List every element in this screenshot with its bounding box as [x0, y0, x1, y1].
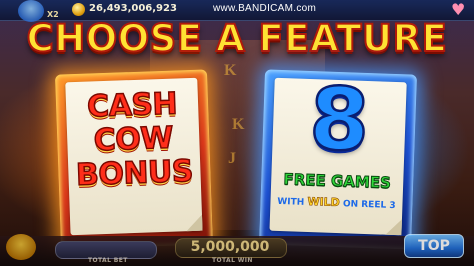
- total-win-value: 5,000,000: [190, 239, 270, 255]
- coin-icon: [72, 3, 85, 16]
- detail-prefix: WITH: [277, 196, 305, 208]
- total-win-label: TOTAL WIN: [212, 257, 253, 264]
- reel-symbol-k: K: [232, 116, 245, 133]
- page-title: CHOOSE A FEATURE: [26, 16, 448, 61]
- free-games-label: FREE GAMES: [283, 170, 392, 193]
- reel-symbol-j: J: [228, 150, 236, 167]
- reel-symbol-k: K: [224, 62, 237, 79]
- wild-word: WILD: [307, 194, 341, 210]
- total-bet-label: TOTAL BET: [88, 257, 128, 264]
- card-face: CASH COW BONUS: [65, 77, 203, 236]
- card-face: 8 FREE GAMES WITH WILD ON REEL 3: [269, 68, 407, 236]
- feature-title-line: BONUS: [75, 153, 195, 194]
- feature-title-line: CASH: [86, 86, 179, 126]
- recording-watermark: www.BANDICAM.com: [213, 3, 317, 14]
- detail-suffix: ON REEL 3: [342, 199, 396, 212]
- free-games-count: 8: [306, 68, 372, 173]
- feature-title-line: COW: [92, 120, 174, 159]
- free-games-card[interactable]: 8 FREE GAMES WITH WILD ON REEL 3: [258, 68, 418, 250]
- wild-reel-detail: WITH WILD ON REEL 3: [270, 194, 402, 212]
- top-button[interactable]: TOP: [404, 234, 464, 258]
- money-bag-icon[interactable]: [6, 234, 36, 260]
- page-curl: [185, 214, 203, 232]
- heart-icon[interactable]: ♥: [451, 2, 469, 18]
- coin-balance: 26,493,006,923: [89, 3, 177, 14]
- page-curl: [385, 218, 402, 236]
- cash-cow-bonus-card[interactable]: CASH COW BONUS: [54, 69, 214, 250]
